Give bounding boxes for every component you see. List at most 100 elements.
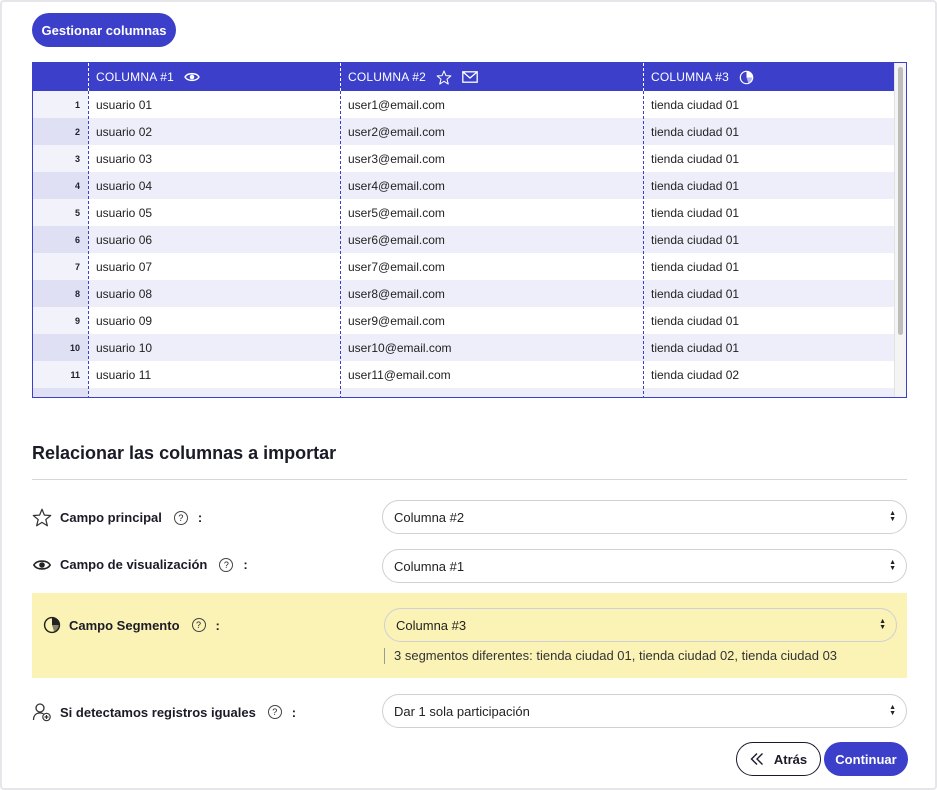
select-value: Columna #3: [396, 617, 467, 633]
help-icon[interactable]: ?: [219, 557, 234, 572]
column-divider: [340, 91, 341, 397]
star-icon: [436, 69, 452, 85]
row-index: 4: [33, 172, 88, 199]
column-header-1[interactable]: COLUMNA #1: [88, 63, 200, 91]
pie-chart-icon: [43, 616, 61, 634]
cell-column-2: user6@email.com: [348, 232, 445, 247]
cell-column-2: user8@email.com: [348, 286, 445, 301]
column-header-label: COLUMNA #1: [96, 70, 175, 84]
column-divider: [88, 63, 89, 91]
scrollbar-thumb[interactable]: [898, 67, 903, 335]
select-caret-icon: ▲ ▼: [889, 510, 896, 523]
mail-icon: [462, 71, 478, 83]
eye-icon: [184, 72, 200, 82]
label-colon: :: [197, 510, 203, 525]
cell-column-3: tienda ciudad 01: [651, 232, 740, 247]
row-index: 9: [33, 307, 88, 334]
table-row[interactable]: 1 usuario 01 user1@email.com tienda ciudad …: [33, 91, 895, 118]
field-label-text: Si detectamos registros iguales: [60, 704, 256, 720]
label-colon: :: [215, 617, 220, 633]
label-colon: :: [243, 557, 248, 572]
cell-column-1: usuario 06: [96, 232, 153, 247]
cell-column-1: usuario 08: [96, 286, 153, 301]
table-row[interactable]: 7 usuario 07 user7@email.com tienda ciudad …: [33, 253, 895, 280]
table-row[interactable]: 11 usuario 11 user11@email.com tienda ciuda…: [33, 361, 895, 388]
cell-column-1: usuario 03: [96, 151, 153, 166]
select-value: Columna #1: [394, 558, 465, 574]
cell-column-3: tienda ciudad 02: [651, 367, 740, 382]
cell-column-1: usuario 04: [96, 178, 153, 193]
field-label-text: Campo Segmento: [69, 617, 180, 633]
row-index: 11: [33, 361, 88, 388]
cell-column-2: user3@email.com: [348, 151, 445, 166]
cell-column-3: tienda ciudad 01: [651, 259, 740, 274]
help-icon[interactable]: ?: [267, 705, 282, 719]
main-field-label: Campo principal ? :: [32, 508, 202, 527]
table-row[interactable]: 5 usuario 05 user5@email.com tienda ciudad …: [33, 199, 895, 226]
cell-column-1: usuario 11: [96, 367, 152, 382]
duplicates-field-select[interactable]: Dar 1 sola participación ▲ ▼: [382, 694, 907, 728]
back-button[interactable]: Atrás: [736, 742, 821, 776]
pie-chart-icon: [739, 70, 754, 84]
cell-column-1: usuario 05: [96, 205, 153, 220]
row-index: 8: [33, 280, 88, 307]
cell-column-2: user4@email.com: [348, 178, 445, 193]
row-index: 2: [33, 118, 88, 145]
row-index: 10: [33, 334, 88, 361]
column-divider: [643, 91, 644, 397]
display-field-select[interactable]: Columna #1 ▲ ▼: [382, 549, 907, 583]
row-index: 7: [33, 253, 88, 280]
segment-hint: 3 segmentos diferentes: tienda ciudad 01…: [384, 648, 837, 664]
table-row[interactable]: 3 usuario 03 user3@email.com tienda ciudad …: [33, 145, 895, 172]
cell-column-3: tienda ciudad 01: [651, 97, 740, 112]
column-header-3[interactable]: COLUMNA #3: [643, 63, 754, 91]
table-row[interactable]: 9 usuario 09 user9@email.com tienda ciudad …: [33, 307, 895, 334]
select-value: Columna #2: [394, 509, 465, 525]
preview-table: COLUMNA #1 COLUMNA #2 COLUMNA #3 1 usuar…: [32, 62, 907, 398]
cell-column-1: usuario 01: [96, 97, 153, 112]
cell-column-2: user12@email.com: [340, 388, 452, 398]
column-header-label: COLUMNA #3: [651, 70, 730, 84]
section-divider: [32, 479, 907, 480]
cell-column-2: user2@email.com: [348, 124, 445, 139]
table-row[interactable]: 2 usuario 02 user2@email.com tienda ciudad …: [33, 118, 895, 145]
segment-field-select[interactable]: Columna #3 ▲ ▼: [384, 608, 897, 642]
column-divider: [340, 63, 341, 91]
table-row[interactable]: 4 usuario 04 user4@email.com tienda ciudad …: [33, 172, 895, 199]
table-header: COLUMNA #1 COLUMNA #2 COLUMNA #3: [33, 63, 895, 91]
manage-columns-button[interactable]: Gestionar columnas: [32, 13, 176, 47]
column-divider: [643, 63, 644, 91]
cell-column-1: usuario 07: [96, 259, 153, 274]
continue-button[interactable]: Continuar: [824, 742, 908, 776]
cell-column-1: usuario 10: [96, 340, 153, 355]
display-field-label: Campo de visualización ? :: [32, 557, 248, 572]
help-icon[interactable]: ?: [173, 510, 188, 525]
table-row[interactable]: 8 usuario 08 user8@email.com tienda ciudad …: [33, 280, 895, 307]
column-divider: [88, 91, 89, 397]
select-caret-icon: ▲ ▼: [889, 559, 896, 572]
table-row[interactable]: 12usuario 12 user12@email.com tienda ciuda…: [33, 388, 895, 398]
cell-column-3: tienda ciudad 01: [651, 340, 740, 355]
select-value: Dar 1 sola participación: [394, 703, 530, 719]
cell-column-2: user7@email.com: [348, 259, 445, 274]
row-index: 1: [33, 91, 88, 118]
eye-icon: [32, 559, 52, 570]
main-field-select[interactable]: Columna #2 ▲ ▼: [382, 500, 907, 534]
table-row[interactable]: 10 usuario 10 user10@email.com tienda ciuda…: [33, 334, 895, 361]
help-icon[interactable]: ?: [191, 618, 206, 632]
cell-column-2: user9@email.com: [348, 313, 445, 328]
cell-column-3: tienda ciudad 01: [651, 124, 740, 139]
field-label-text: Campo de visualización: [60, 557, 208, 572]
cell-column-2: user11@email.com: [348, 367, 451, 382]
table-row[interactable]: 6 usuario 06 user6@email.com tienda ciudad …: [33, 226, 895, 253]
cell-column-3: tienda ciudad 01: [651, 151, 740, 166]
column-header-2[interactable]: COLUMNA #2: [340, 63, 478, 91]
cell-column-3: tienda ciudad 01: [651, 178, 740, 193]
star-icon: [32, 508, 52, 527]
row-index: 5: [33, 199, 88, 226]
row-index: 6: [33, 226, 88, 253]
cell-column-1: usuario 12: [88, 388, 152, 398]
table-scrollbar[interactable]: [894, 63, 906, 397]
label-colon: :: [291, 704, 297, 720]
double-chevron-left-icon: [750, 753, 763, 765]
